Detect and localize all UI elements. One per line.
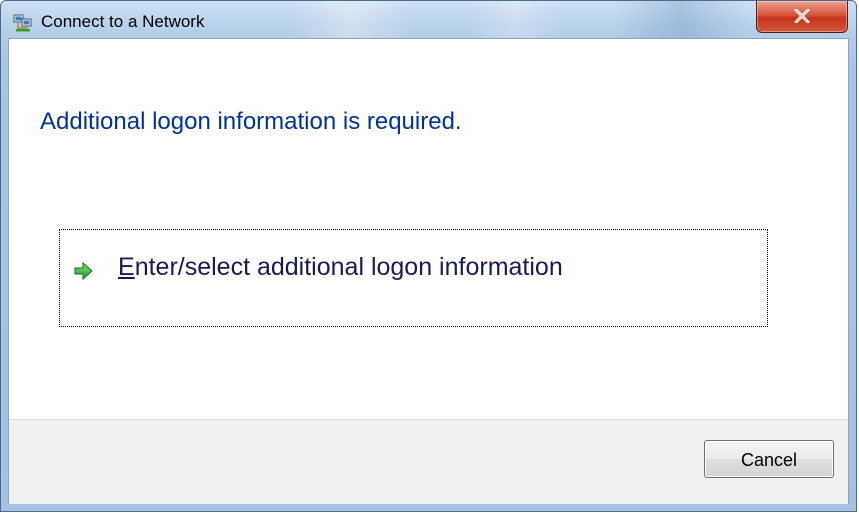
close-button[interactable] (756, 1, 848, 33)
command-link-text: nter/select additional logon information (134, 253, 563, 281)
enter-logon-info-link[interactable]: Enter/select additional logon informatio… (59, 229, 768, 327)
window-title: Connect to a Network (41, 12, 205, 31)
cancel-button[interactable]: Cancel (704, 440, 834, 478)
network-icon (13, 13, 33, 33)
main-instruction: Additional logon information is required… (40, 108, 462, 135)
accelerator-key: E (118, 253, 135, 281)
title-bar[interactable]: Connect to a Network (1, 1, 856, 39)
close-icon (794, 9, 810, 23)
command-link-label: Enter/select additional logon informatio… (118, 253, 563, 282)
green-arrow-icon (72, 260, 94, 282)
